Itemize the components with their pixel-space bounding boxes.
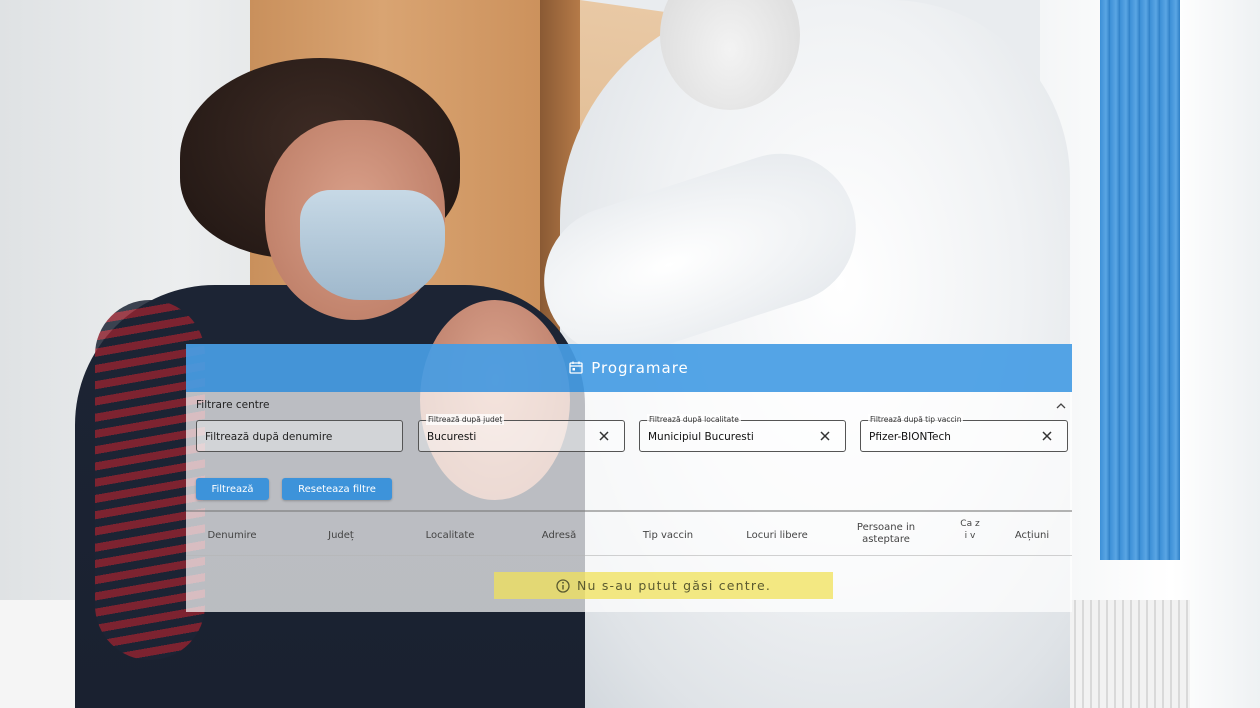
column-header[interactable]: Adresă [526,530,592,542]
close-icon[interactable] [819,430,831,442]
county-filter-select[interactable]: Filtrează după județ Bucuresti [418,414,625,452]
column-header[interactable]: Locuri libere [738,530,816,542]
name-filter-placeholder: Filtrează după denumire [205,431,333,443]
column-header[interactable]: Persoane in asteptare [850,522,922,546]
column-header[interactable]: Județ [310,530,372,542]
info-icon [556,578,570,593]
vaccine-filter-label: Filtrează după tip vaccin [868,414,964,425]
column-header[interactable]: Tip vaccin [632,530,704,542]
close-icon[interactable] [598,430,610,442]
panel-header: Programare [186,344,1072,392]
panel-title: Programare [591,359,689,377]
programare-panel: Programare Filtrare centre Filtrează dup… [186,344,1072,612]
name-filter-input[interactable]: Filtrează după denumire [196,420,403,452]
vaccine-filter-value: Pfizer-BIONTech [869,431,951,443]
radiator [1060,600,1190,708]
calendar-icon [569,361,583,374]
table-header: Denumire Județ Localitate Adresă Tip vac… [186,518,1072,554]
locality-filter-select[interactable]: Filtrează după localitate Municipiul Buc… [639,414,846,452]
table-row-divider [186,555,1072,556]
empty-results-message: Nu s-au putut găsi centre. [576,578,772,593]
column-header: Acțiuni [1014,530,1050,541]
reset-filters-button[interactable]: Reseteaza filtre [282,478,392,500]
vaccine-filter-select[interactable]: Filtrează după tip vaccin Pfizer-BIONTec… [860,414,1068,452]
locality-filter-label: Filtrează după localitate [647,414,741,425]
panel-body: Filtrare centre Filtrează după denumire … [186,392,1072,612]
column-header[interactable]: Ca zi v [960,518,980,542]
filter-section-label: Filtrare centre [196,399,270,411]
divider [186,510,1072,512]
close-icon[interactable] [1041,430,1053,442]
filter-button[interactable]: Filtrează [196,478,269,500]
window-blind [1100,0,1180,560]
empty-results-alert: Nu s-au putut găsi centre. [494,572,833,599]
column-header[interactable]: Denumire [200,530,264,542]
column-header[interactable]: Localitate [414,530,486,542]
county-filter-value: Bucuresti [427,431,477,443]
locality-filter-value: Municipiul Bucuresti [648,431,754,443]
chevron-up-icon[interactable] [1056,402,1066,409]
county-filter-label: Filtrează după județ [426,414,505,425]
face-mask [300,190,445,300]
